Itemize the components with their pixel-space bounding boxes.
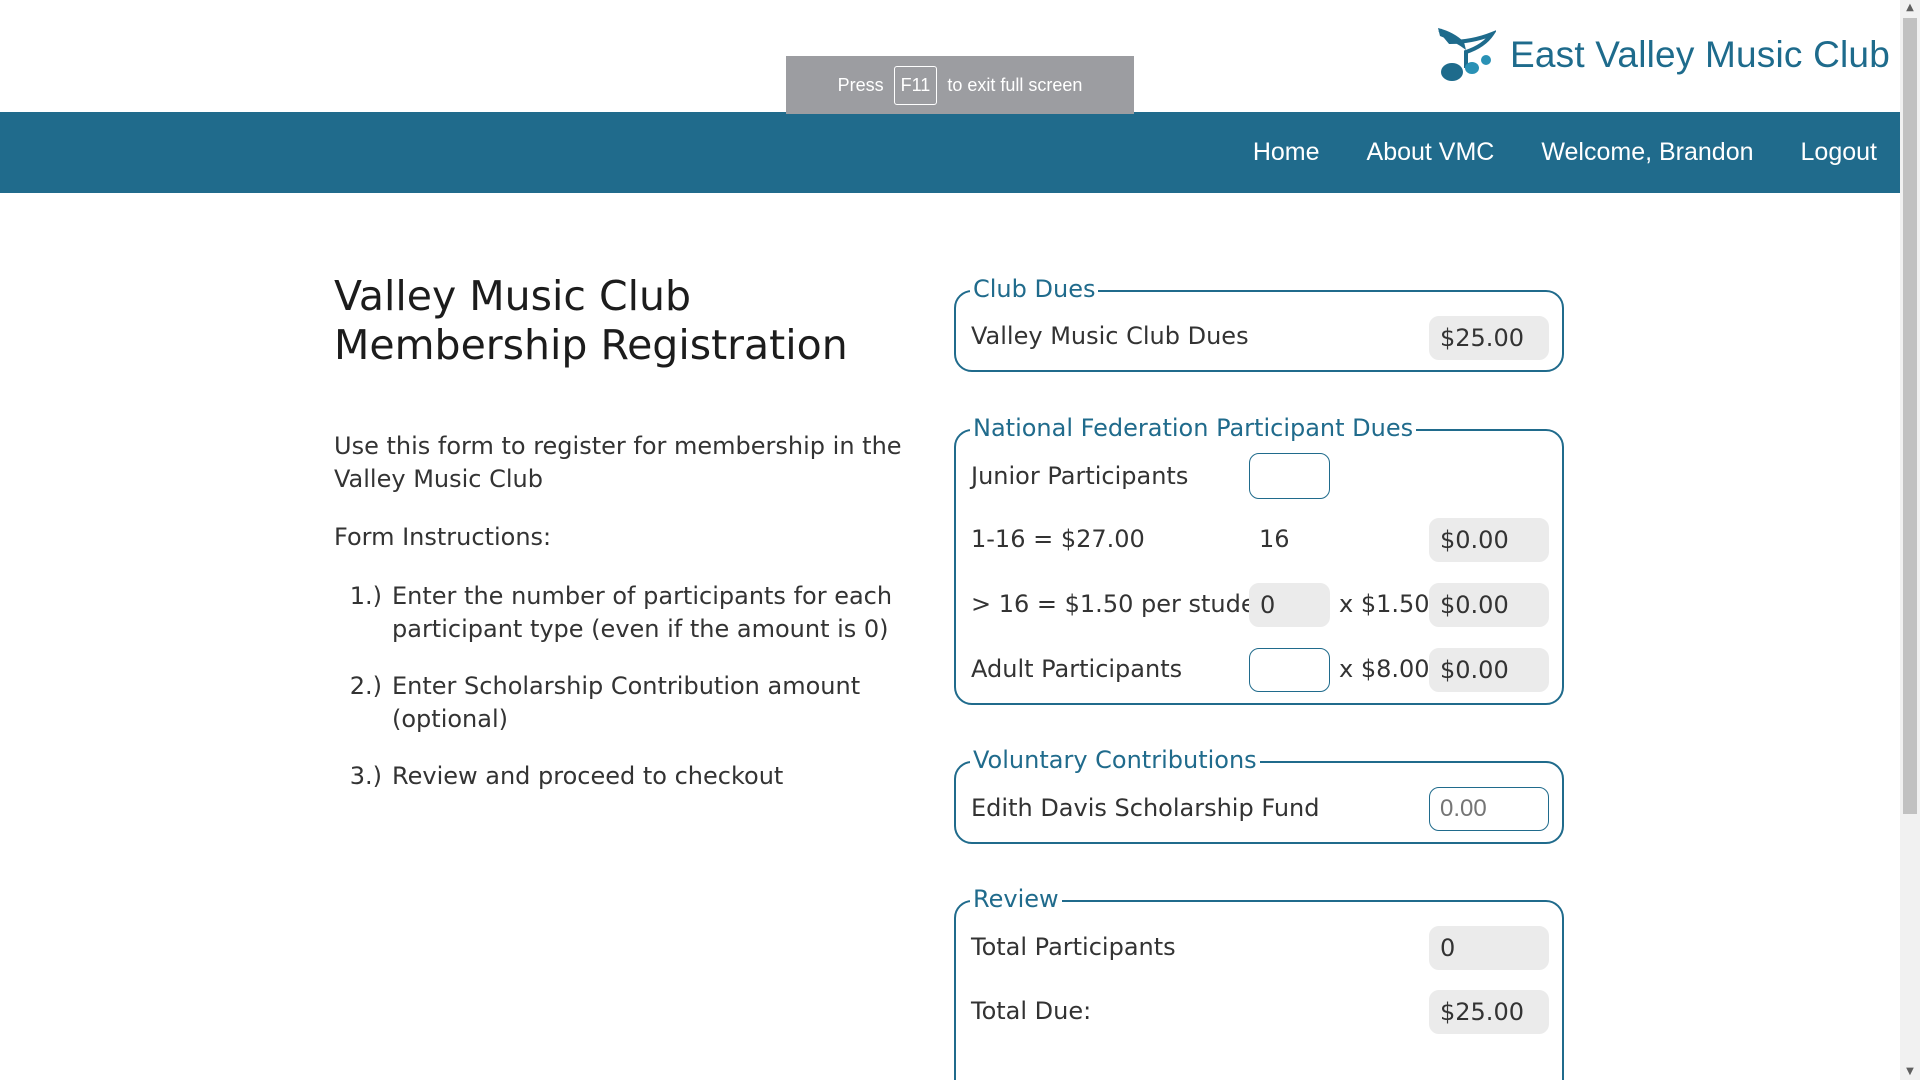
club-dues-fieldset: Club Dues Valley Music Club Dues $25.00 bbox=[954, 273, 1564, 372]
total-due-value: $25.00 bbox=[1429, 990, 1549, 1034]
site-brand[interactable]: East Valley Music Club bbox=[1436, 28, 1890, 82]
voluntary-legend: Voluntary Contributions bbox=[970, 744, 1260, 776]
page-title-line1: Valley Music Club bbox=[334, 272, 692, 320]
total-participants-value: 0 bbox=[1429, 926, 1549, 970]
nav-welcome[interactable]: Welcome, Brandon bbox=[1541, 138, 1753, 167]
club-dues-amount: $25.00 bbox=[1429, 316, 1549, 360]
fullscreen-key: F11 bbox=[893, 65, 938, 105]
club-dues-label: Valley Music Club Dues bbox=[971, 322, 1249, 350]
main-navbar: Home About VMC Welcome, Brandon Logout bbox=[0, 112, 1900, 193]
music-note-logo-icon bbox=[1437, 28, 1496, 81]
adult-amount: $0.00 bbox=[1429, 648, 1549, 692]
instruction-text: Enter the number of participants for eac… bbox=[392, 582, 893, 643]
nav-logout[interactable]: Logout bbox=[1801, 138, 1877, 167]
adult-participants-input[interactable] bbox=[1249, 648, 1330, 692]
nav-home[interactable]: Home bbox=[1253, 138, 1320, 167]
instruction-text: Review and proceed to checkout bbox=[392, 762, 784, 790]
instructions-heading: Form Instructions: bbox=[334, 523, 552, 551]
instruction-item: 3.) Review and proceed to checkout bbox=[334, 760, 954, 793]
tier2-label: > 16 = $1.50 per student bbox=[971, 590, 1281, 618]
total-due-label: Total Due: bbox=[971, 997, 1092, 1025]
tier2-count: 0 bbox=[1249, 583, 1330, 627]
fullscreen-notice: Press F11 to exit full screen bbox=[786, 56, 1134, 114]
club-dues-legend: Club Dues bbox=[970, 273, 1099, 305]
voluntary-fieldset: Voluntary Contributions Edith Davis Scho… bbox=[954, 744, 1564, 844]
site-name: East Valley Music Club bbox=[1509, 34, 1890, 75]
adult-rate: x $8.00 bbox=[1339, 655, 1430, 683]
page-title-line2: Membership Registration bbox=[334, 321, 848, 369]
instructions-list: 1.) Enter the number of participants for… bbox=[334, 580, 954, 817]
scroll-up-arrow-icon[interactable]: ▲ bbox=[1900, 0, 1920, 16]
tier2-rate: x $1.50 bbox=[1339, 590, 1430, 618]
page-scrollbar[interactable]: ▲ ▼ bbox=[1900, 0, 1920, 1080]
tier1-count: 16 bbox=[1259, 525, 1290, 553]
review-fieldset: Review Total Participants 0 Total Due: $… bbox=[954, 883, 1564, 1080]
adult-participants-label: Adult Participants bbox=[971, 655, 1183, 683]
tier2-amount: $0.00 bbox=[1429, 583, 1549, 627]
tier1-label: 1-16 = $27.00 bbox=[971, 525, 1145, 553]
instruction-item: 1.) Enter the number of participants for… bbox=[334, 580, 954, 646]
total-participants-label: Total Participants bbox=[971, 933, 1176, 961]
tier1-amount: $0.00 bbox=[1429, 518, 1549, 562]
scroll-down-arrow-icon[interactable]: ▼ bbox=[1900, 1064, 1920, 1080]
junior-participants-input[interactable] bbox=[1249, 453, 1330, 499]
fullscreen-press-text: Press bbox=[837, 74, 884, 95]
junior-participants-label: Junior Participants bbox=[971, 462, 1189, 490]
nav-about[interactable]: About VMC bbox=[1367, 138, 1495, 167]
scholarship-input[interactable] bbox=[1429, 787, 1549, 831]
federation-fieldset: National Federation Participant Dues Jun… bbox=[954, 412, 1564, 705]
instruction-number: 3.) bbox=[349, 762, 382, 790]
page: East Valley Music Club Press F11 to exit… bbox=[0, 0, 1900, 1080]
scholarship-label: Edith Davis Scholarship Fund bbox=[971, 794, 1320, 822]
federation-legend: National Federation Participant Dues bbox=[970, 412, 1417, 444]
instruction-item: 2.) Enter Scholarship Contribution amoun… bbox=[334, 670, 954, 736]
instruction-number: 1.) bbox=[349, 582, 382, 610]
review-legend: Review bbox=[970, 883, 1062, 915]
fullscreen-message: to exit full screen bbox=[947, 74, 1083, 95]
page-title: Valley Music Club Membership Registratio… bbox=[334, 272, 848, 370]
intro-text: Use this form to register for membership… bbox=[334, 432, 902, 493]
instruction-number: 2.) bbox=[349, 672, 382, 700]
instruction-text: Enter Scholarship Contribution amount (o… bbox=[392, 672, 861, 733]
scroll-thumb[interactable] bbox=[1903, 18, 1917, 814]
